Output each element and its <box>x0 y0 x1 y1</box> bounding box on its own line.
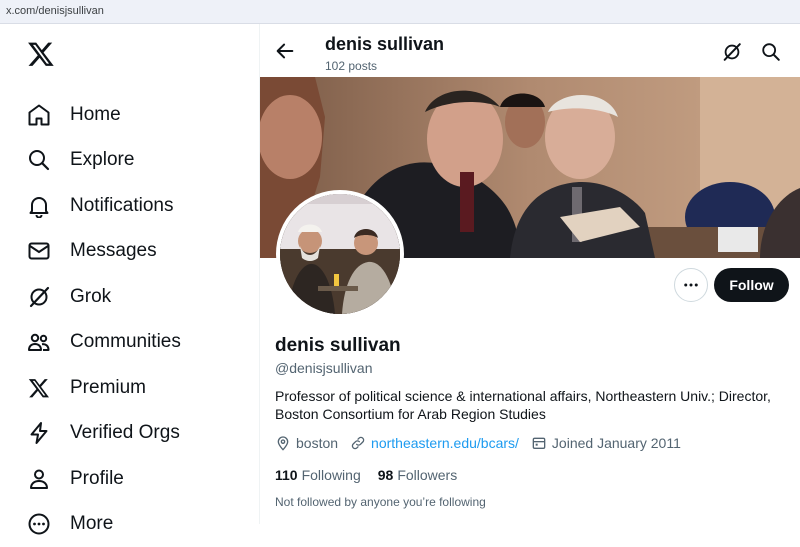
nav-premium-label: Premium <box>70 377 146 399</box>
lightning-icon <box>26 420 52 446</box>
sidebar: Home Explore Notifications Messages Grok <box>0 24 260 524</box>
follow-button[interactable]: Follow <box>714 268 789 302</box>
nav-notifications-label: Notifications <box>70 195 174 217</box>
nav-grok-label: Grok <box>70 286 111 308</box>
nav-communities[interactable]: Communities <box>26 320 181 366</box>
nav-home-label: Home <box>70 104 121 126</box>
nav-explore-label: Explore <box>70 149 134 171</box>
nav-communities-label: Communities <box>70 331 181 353</box>
joined-item: Joined January 2011 <box>531 435 681 451</box>
location-item: boston <box>275 435 338 451</box>
profile-header-bar: denis sullivan 102 posts <box>260 24 800 77</box>
x-logo-icon <box>26 375 52 401</box>
nav-profile-label: Profile <box>70 468 124 490</box>
post-count: 102 posts <box>325 59 377 73</box>
profile-name: denis sullivan <box>275 335 401 357</box>
website-link[interactable]: northeastern.edu/bcars/ <box>371 435 519 451</box>
grok-icon <box>26 284 52 310</box>
x-logo-icon[interactable] <box>27 40 55 68</box>
people-icon <box>26 329 52 355</box>
not-followed-note: Not followed by anyone you’re following <box>275 495 486 509</box>
ellipsis-icon <box>682 276 700 294</box>
location-text: boston <box>296 435 338 451</box>
followers-count: 98 <box>378 467 394 483</box>
profile-avatar[interactable] <box>276 190 404 318</box>
nav-explore[interactable]: Explore <box>26 138 181 184</box>
nav-verified-orgs-label: Verified Orgs <box>70 422 180 444</box>
calendar-icon <box>531 435 547 451</box>
page-title: denis sullivan <box>325 34 444 55</box>
search-icon <box>26 147 52 173</box>
envelope-icon <box>26 238 52 264</box>
nav-notifications[interactable]: Notifications <box>26 183 181 229</box>
profile-handle: @denisjsullivan <box>275 360 372 376</box>
home-icon <box>26 102 52 128</box>
nav-premium[interactable]: Premium <box>26 365 181 411</box>
primary-nav: Home Explore Notifications Messages Grok <box>26 92 181 547</box>
more-circle-icon <box>26 511 52 537</box>
nav-more[interactable]: More <box>26 502 181 547</box>
website-item: northeastern.edu/bcars/ <box>350 435 519 451</box>
url-text: x.com/denisjsullivan <box>6 5 104 17</box>
followers-link[interactable]: 98Followers <box>378 467 457 483</box>
location-pin-icon <box>275 435 291 451</box>
nav-home[interactable]: Home <box>26 92 181 138</box>
follow-stats: 110Following 98Followers <box>275 467 474 483</box>
nav-more-label: More <box>70 513 113 535</box>
following-label: Following <box>302 467 361 483</box>
nav-profile[interactable]: Profile <box>26 456 181 502</box>
bell-icon <box>26 193 52 219</box>
search-icon[interactable] <box>760 41 782 63</box>
back-arrow-icon[interactable] <box>274 40 296 62</box>
nav-messages-label: Messages <box>70 240 157 262</box>
person-icon <box>26 466 52 492</box>
followers-label: Followers <box>397 467 457 483</box>
grok-icon[interactable] <box>721 41 743 63</box>
profile-bio: Professor of political science & interna… <box>275 387 795 423</box>
more-options-button[interactable] <box>674 268 708 302</box>
link-icon <box>350 435 366 451</box>
nav-messages[interactable]: Messages <box>26 229 181 275</box>
following-count: 110 <box>275 467 298 483</box>
following-link[interactable]: 110Following <box>275 467 361 483</box>
nav-grok[interactable]: Grok <box>26 274 181 320</box>
nav-verified-orgs[interactable]: Verified Orgs <box>26 411 181 457</box>
joined-text: Joined January 2011 <box>552 435 681 451</box>
browser-address-bar[interactable]: x.com/denisjsullivan <box>0 0 800 24</box>
main-column: denis sullivan 102 posts <box>260 24 800 524</box>
profile-meta: boston northeastern.edu/bcars/ Joined Ja… <box>275 435 693 451</box>
